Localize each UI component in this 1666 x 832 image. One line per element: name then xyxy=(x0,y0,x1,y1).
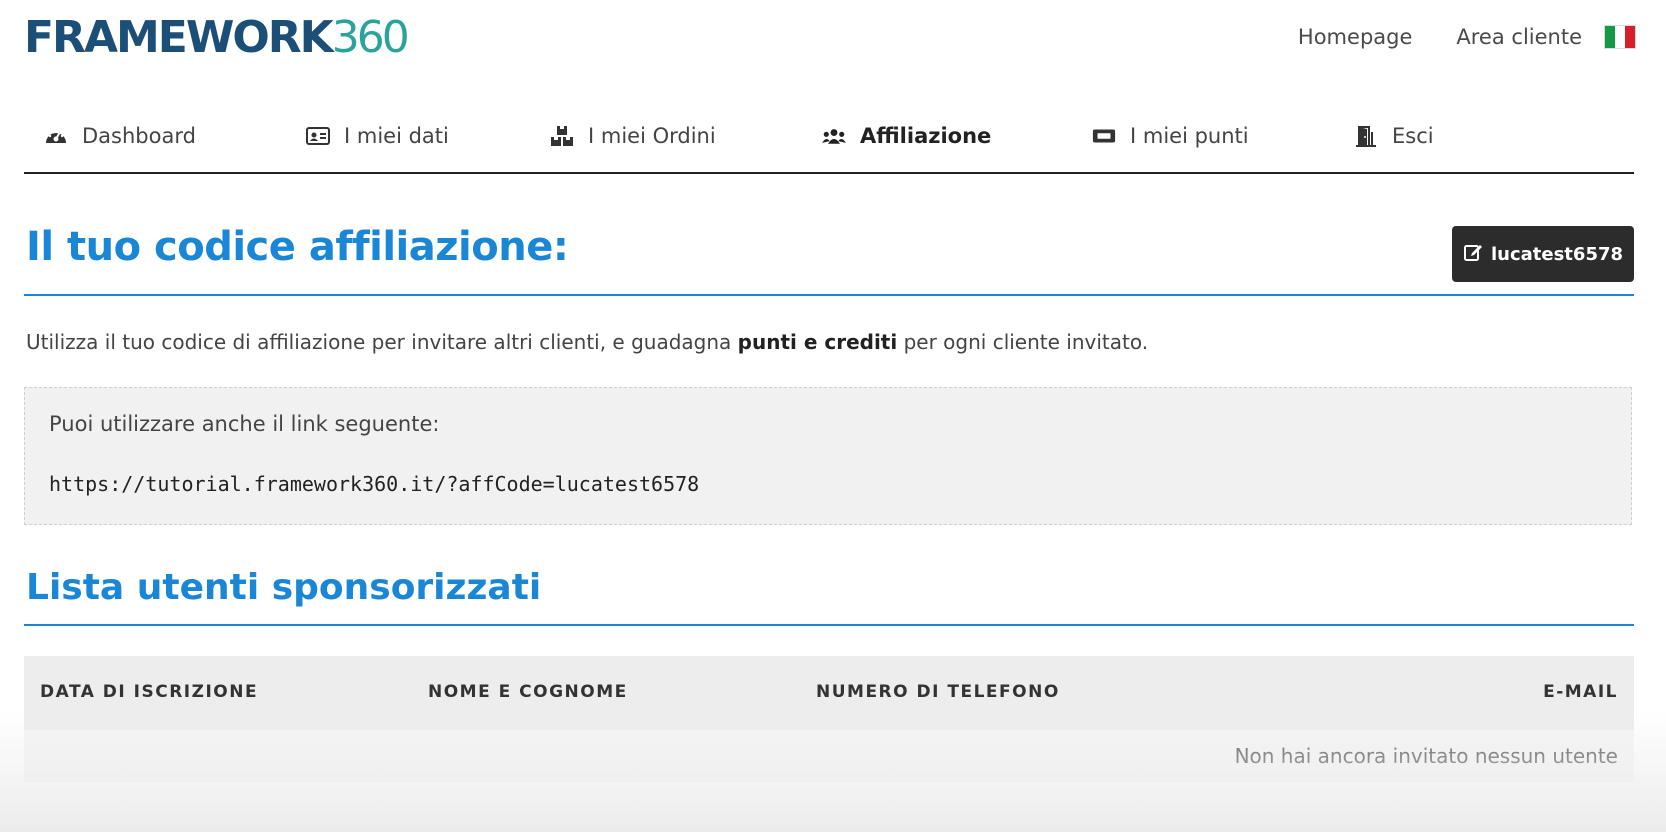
boxes-icon xyxy=(550,124,574,148)
sponsored-divider xyxy=(24,624,1634,626)
id-card-icon xyxy=(306,124,330,148)
logo-word: FRAMEWORK xyxy=(24,12,334,63)
intro-text-start: Utilizza il tuo codice di affiliazione p… xyxy=(26,330,732,354)
site-header: FRAMEWORK360 Homepage Area cliente xyxy=(0,0,1666,80)
intro-text-end: per ogni cliente invitato. xyxy=(903,330,1149,354)
sponsored-users-table: DATA DI ISCRIZIONE NOME E COGNOME NUMERO… xyxy=(24,656,1634,782)
column-header-email[interactable]: E-MAIL xyxy=(1543,682,1618,702)
framework360-logo[interactable]: FRAMEWORK360 xyxy=(24,8,410,68)
account-nav: Dashboard I miei dati I miei Ordini Affi… xyxy=(24,116,1634,174)
nav-item-esci[interactable]: Esci xyxy=(1354,116,1434,156)
affiliation-intro: Utilizza il tuo codice di affiliazione p… xyxy=(26,330,1148,354)
area-cliente-link[interactable]: Area cliente xyxy=(1456,25,1582,49)
affiliation-code-button[interactable]: lucatest6578 xyxy=(1452,226,1634,282)
empty-table-message: Non hai ancora invitato nessun utente xyxy=(1234,744,1618,768)
edit-icon xyxy=(1463,242,1483,267)
table-header: DATA DI ISCRIZIONE NOME E COGNOME NUMERO… xyxy=(24,656,1634,730)
door-exit-icon xyxy=(1354,124,1378,148)
affiliation-code-label: lucatest6578 xyxy=(1490,243,1624,265)
ticket-icon xyxy=(1092,124,1116,148)
title-divider xyxy=(24,294,1634,296)
referral-link-label: Puoi utilizzare anche il link seguente: xyxy=(49,412,440,436)
nav-label: I miei dati xyxy=(344,124,449,148)
nav-label: Esci xyxy=(1392,124,1434,148)
sponsored-users-title: Lista utenti sponsorizzati xyxy=(26,567,542,608)
column-header-telefono[interactable]: NUMERO DI TELEFONO xyxy=(816,682,1060,702)
homepage-link[interactable]: Homepage xyxy=(1298,25,1412,49)
top-links: Homepage Area cliente xyxy=(1254,20,1636,54)
nav-item-miei-dati[interactable]: I miei dati xyxy=(306,116,449,156)
nav-item-miei-ordini[interactable]: I miei Ordini xyxy=(550,116,716,156)
nav-label: Affiliazione xyxy=(860,124,992,148)
nav-item-affiliazione[interactable]: Affiliazione xyxy=(822,116,991,156)
intro-text-bold: punti e crediti xyxy=(737,330,898,354)
referral-link-url[interactable]: https://tutorial.framework360.it/?affCod… xyxy=(49,472,699,496)
nav-label: I miei punti xyxy=(1130,124,1249,148)
users-icon xyxy=(822,124,846,148)
table-body: Non hai ancora invitato nessun utente xyxy=(24,730,1634,782)
dashboard-gauge-icon xyxy=(44,124,68,148)
column-header-nome-cognome[interactable]: NOME E COGNOME xyxy=(428,682,628,702)
column-header-data-iscrizione[interactable]: DATA DI ISCRIZIONE xyxy=(40,682,258,702)
nav-item-dashboard[interactable]: Dashboard xyxy=(44,116,196,156)
nav-label: Dashboard xyxy=(82,124,196,148)
italy-flag-icon[interactable] xyxy=(1604,25,1636,49)
referral-link-box: Puoi utilizzare anche il link seguente: … xyxy=(24,387,1632,525)
logo-number: 360 xyxy=(331,12,410,63)
affiliation-title: Il tuo codice affiliazione: xyxy=(26,224,569,270)
nav-label: I miei Ordini xyxy=(588,124,716,148)
nav-item-miei-punti[interactable]: I miei punti xyxy=(1092,116,1249,156)
